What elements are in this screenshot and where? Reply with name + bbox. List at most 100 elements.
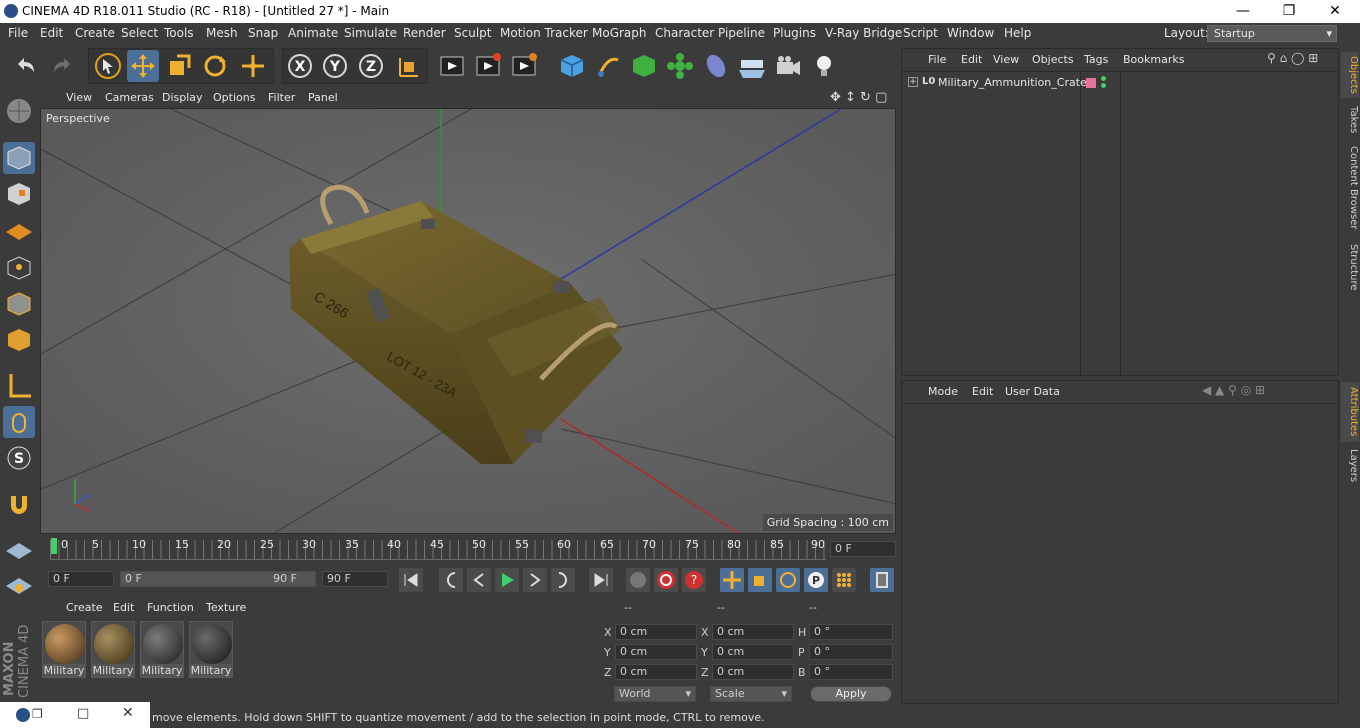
restore-icon[interactable]: ❐	[32, 707, 43, 721]
menu-pipeline[interactable]: Pipeline	[718, 26, 765, 40]
viewport-menu-filter[interactable]: Filter	[268, 91, 295, 104]
viewport-perspective[interactable]: C 266 LOT 12 - 23A Perspective Grid Spac…	[40, 108, 896, 534]
apply-button[interactable]: Apply	[810, 686, 892, 702]
z-axis-lock-icon[interactable]: Z	[355, 50, 387, 82]
layer-color-swatch[interactable]	[1086, 78, 1096, 88]
attr-menu-user-data[interactable]: User Data	[1005, 385, 1060, 398]
scale-tool-icon[interactable]	[163, 50, 195, 82]
material-menu-create[interactable]: Create	[66, 601, 103, 614]
cloner-icon[interactable]	[664, 50, 696, 82]
visibility-editor-dot[interactable]	[1101, 76, 1106, 81]
render-to-picture-viewer-icon[interactable]	[472, 50, 504, 82]
menu-create[interactable]: Create	[75, 26, 115, 40]
step-forward-icon[interactable]	[551, 568, 575, 592]
material-swatch[interactable]: Military	[189, 621, 233, 678]
next-frame-icon[interactable]	[523, 568, 547, 592]
material-swatch[interactable]: Military	[140, 621, 184, 678]
menu-animate[interactable]: Animate	[288, 26, 338, 40]
timeline-ruler[interactable]: 0 5 10 15 20 25 30 35 40 45 50 55 60 65 …	[40, 536, 898, 564]
object-name[interactable]: Military_Ammunition_Crate	[938, 76, 1087, 89]
menu-tools[interactable]: Tools	[164, 26, 194, 40]
viewport-menu-panel[interactable]: Panel	[308, 91, 338, 104]
camera-icon[interactable]	[772, 50, 804, 82]
start-frame-field[interactable]: 0 F	[48, 571, 114, 587]
pen-spline-icon[interactable]	[592, 50, 624, 82]
timeline-window-icon[interactable]	[870, 568, 894, 592]
rotation-p-field[interactable]: 0 °	[809, 644, 893, 660]
expand-icon[interactable]: +	[908, 77, 918, 87]
menu-script[interactable]: Script	[903, 26, 938, 40]
render-view-icon[interactable]	[436, 50, 468, 82]
menu-file[interactable]: File	[8, 26, 28, 40]
rotation-b-field[interactable]: 0 °	[809, 664, 893, 680]
object-search-icon[interactable]: ⚲ ⌂ ◯ ⊞	[1267, 51, 1318, 65]
step-back-icon[interactable]	[439, 568, 463, 592]
menu-select[interactable]: Select	[121, 26, 158, 40]
size-y-field[interactable]: 0 cm	[712, 644, 794, 660]
menu-vray-bridge[interactable]: V-Ray Bridge	[825, 26, 902, 40]
tab-takes[interactable]: Takes	[1341, 100, 1359, 140]
end-frame-field[interactable]: 90 F	[322, 571, 388, 587]
polygons-mode-icon[interactable]	[3, 324, 35, 356]
menu-snap[interactable]: Snap	[248, 26, 278, 40]
menu-mograph[interactable]: MoGraph	[592, 26, 647, 40]
viewport-menu-cameras[interactable]: Cameras	[105, 91, 154, 104]
play-icon[interactable]	[495, 568, 519, 592]
visibility-render-dot[interactable]	[1101, 83, 1106, 88]
autokey-icon[interactable]	[654, 568, 678, 592]
scale-dropdown[interactable]: Scale ▾	[710, 686, 792, 702]
current-frame-field[interactable]: 0 F	[830, 541, 896, 557]
workplane-align-icon[interactable]	[3, 568, 35, 600]
viewport-menu-view[interactable]: View	[66, 91, 92, 104]
subdivision-icon[interactable]	[628, 50, 660, 82]
menu-edit[interactable]: Edit	[40, 26, 63, 40]
cube-icon[interactable]	[556, 50, 588, 82]
workplane-icon[interactable]	[3, 214, 35, 246]
move-tool-icon[interactable]	[127, 50, 159, 82]
magnet-icon[interactable]	[3, 488, 35, 520]
keyframe-selection-icon[interactable]: ?	[682, 568, 706, 592]
goto-start-icon[interactable]	[399, 568, 423, 592]
points-mode-icon[interactable]	[3, 252, 35, 284]
menu-plugins[interactable]: Plugins	[773, 26, 816, 40]
world-dropdown[interactable]: World ▾	[614, 686, 696, 702]
close-icon[interactable]: ✕	[122, 705, 134, 721]
tab-attributes[interactable]: Attributes	[1341, 382, 1359, 442]
position-y-field[interactable]: 0 cm	[615, 644, 697, 660]
menu-help[interactable]: Help	[1004, 26, 1031, 40]
attr-nav-icons[interactable]: ◀ ▲ ⚲ ◎ ⊞	[1202, 383, 1265, 397]
key-pla-icon[interactable]	[832, 568, 856, 592]
material-menu-function[interactable]: Function	[147, 601, 194, 614]
coordinate-system-icon[interactable]	[392, 50, 424, 82]
floor-icon[interactable]	[736, 50, 768, 82]
object-row[interactable]: + L0 Military_Ammunition_Crate	[906, 75, 1338, 93]
maximize-icon[interactable]: □	[77, 706, 89, 721]
object-menu-bookmarks[interactable]: Bookmarks	[1123, 53, 1184, 66]
minimize-icon[interactable]: —	[1220, 0, 1266, 23]
lock-workplane-icon[interactable]	[3, 533, 35, 565]
render-settings-icon[interactable]	[508, 50, 540, 82]
tab-structure[interactable]: Structure	[1341, 238, 1359, 296]
size-z-field[interactable]: 0 cm	[712, 664, 794, 680]
attr-menu-edit[interactable]: Edit	[972, 385, 993, 398]
key-position-icon[interactable]	[720, 568, 744, 592]
redo-icon[interactable]	[46, 50, 78, 82]
light-icon[interactable]	[808, 50, 840, 82]
snap-icon[interactable]: S	[3, 442, 35, 474]
layout-dropdown[interactable]: Startup ▾	[1207, 25, 1337, 42]
range-slider[interactable]: 0 F 90 F	[120, 571, 316, 587]
material-swatch[interactable]: Military	[91, 621, 135, 678]
viewport-menu-display[interactable]: Display	[162, 91, 203, 104]
key-parameter-icon[interactable]: P	[804, 568, 828, 592]
close-icon[interactable]: ✕	[1312, 0, 1358, 23]
position-z-field[interactable]: 0 cm	[615, 664, 697, 680]
size-x-field[interactable]: 0 cm	[712, 624, 794, 640]
menu-render[interactable]: Render	[403, 26, 446, 40]
object-menu-file[interactable]: File	[928, 53, 946, 66]
restore-icon[interactable]: ❐	[1266, 0, 1312, 23]
x-axis-lock-icon[interactable]: X	[284, 50, 316, 82]
y-axis-lock-icon[interactable]: Y	[319, 50, 351, 82]
c4d-taskbar-icon[interactable]	[16, 708, 30, 722]
attr-menu-mode[interactable]: Mode	[928, 385, 958, 398]
texture-mode-icon[interactable]	[3, 178, 35, 210]
